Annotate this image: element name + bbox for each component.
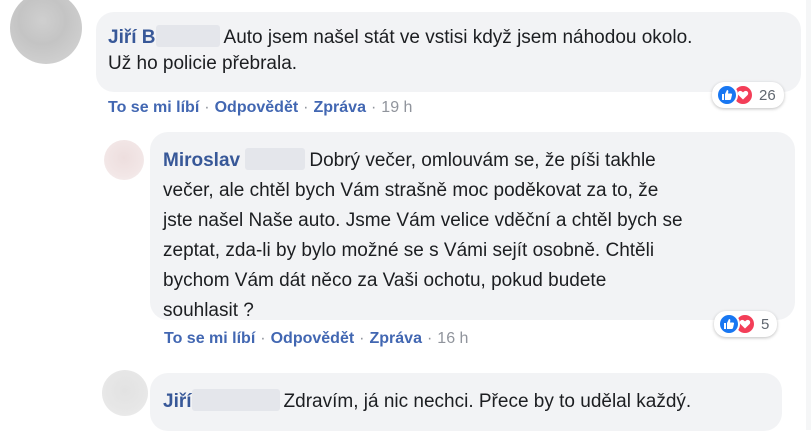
comment-text-line2: večer, ale chtěl bych Vám strašně moc po… — [163, 180, 659, 201]
reaction-count: 5 — [761, 315, 770, 333]
comment-bubble: Jiří Zdravím, já nic nechci. Přece by to … — [150, 373, 782, 431]
reply-link[interactable]: Odpovědět — [271, 330, 355, 347]
comment-author[interactable]: Jiří — [163, 391, 192, 412]
comment-text-line6: souhlasit ? — [163, 300, 254, 321]
timestamp[interactable]: 19 h — [381, 99, 412, 116]
comment-text-line2: Už ho policie přebrala. — [108, 53, 298, 74]
separator: · — [204, 99, 210, 116]
separator: · — [359, 330, 365, 347]
comment-text: Zdravím, já nic nechci. Přece by to uděl… — [283, 391, 692, 412]
message-link[interactable]: Zpráva — [370, 330, 422, 347]
separator: · — [260, 330, 266, 347]
timestamp[interactable]: 16 h — [437, 330, 468, 347]
comment-text-line4: zeptat, zda-li by bylo možné se s Vámi s… — [163, 240, 655, 261]
message-link[interactable]: Zpráva — [314, 99, 366, 116]
like-icon — [718, 313, 740, 335]
avatar[interactable] — [10, 0, 82, 64]
redacted-surname — [155, 25, 220, 47]
comment-author[interactable]: Miroslav — [163, 150, 240, 171]
reactions-badge[interactable]: 5 — [714, 311, 778, 337]
comment-text-line3: jste našel Naše auto. Jsme Vám velice vd… — [163, 210, 683, 231]
reactions-badge[interactable]: 26 — [712, 82, 784, 108]
comment-actions: To se mi líbí · Odpovědět · Zpráva · 19 h — [108, 99, 412, 117]
like-link[interactable]: To se mi líbí — [108, 99, 199, 116]
comment-actions: To se mi líbí · Odpovědět · Zpráva · 16 h — [164, 330, 468, 348]
reply-link[interactable]: Odpovědět — [215, 99, 299, 116]
reaction-count: 26 — [759, 86, 776, 104]
comment-bubble: Jiří B Auto jsem našel stát ve vstisi kdy… — [96, 12, 801, 92]
like-icon — [716, 84, 738, 106]
like-link[interactable]: To se mi líbí — [164, 330, 255, 347]
comment-bubble: Miroslav Dobrý večer, omlouvám se, že pí… — [150, 132, 795, 321]
comment-author[interactable]: Jiří B — [108, 27, 156, 48]
separator: · — [303, 99, 309, 116]
redacted-surname — [245, 148, 306, 170]
redacted-surname — [191, 389, 280, 411]
comment-text: Auto jsem našel stát ve vstisi když jsem… — [223, 27, 693, 48]
separator: · — [426, 330, 433, 347]
comment-text-line1: Dobrý večer, omlouvám se, že píši takhle — [309, 150, 656, 171]
avatar[interactable] — [102, 370, 148, 416]
comment-text-line5: bychom Vám dát něco za Vaši ochotu, poku… — [163, 270, 607, 291]
separator: · — [370, 99, 377, 116]
scrollbar-track[interactable] — [806, 0, 811, 430]
avatar[interactable] — [104, 140, 144, 180]
